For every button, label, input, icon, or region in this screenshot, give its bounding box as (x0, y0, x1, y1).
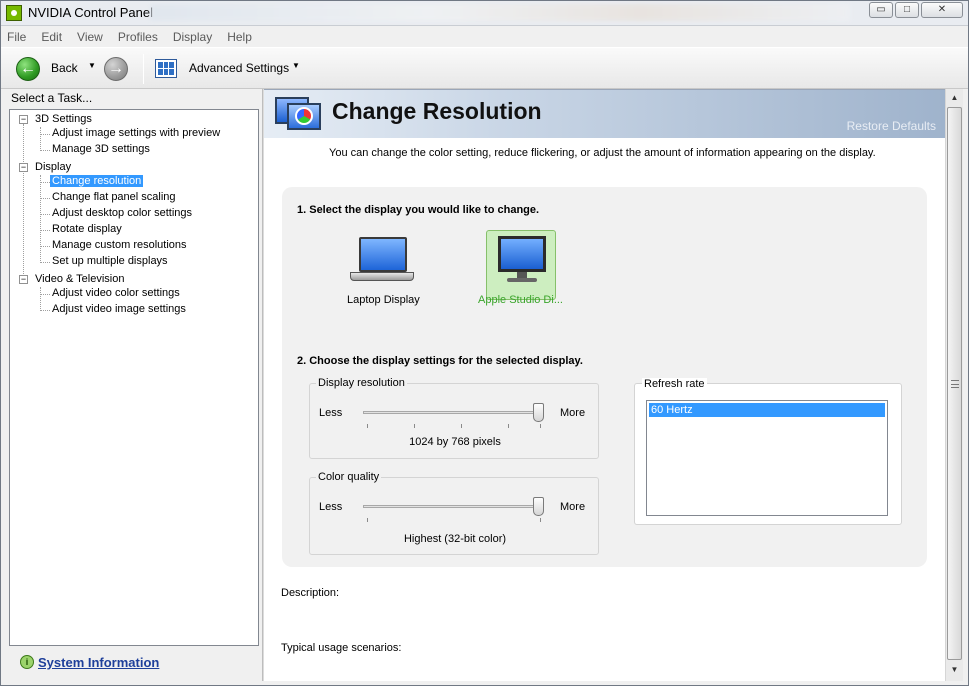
tree-item-change-flat-panel-scaling[interactable]: Change flat panel scaling (52, 191, 176, 203)
tree-connector (40, 127, 41, 151)
tree-connector (40, 246, 50, 247)
tree-connector (40, 294, 50, 295)
task-tree: − 3D Settings Adjust image settings with… (9, 109, 259, 646)
tree-connector (40, 134, 50, 135)
color-quality-value: Highest (32-bit color) (403, 533, 507, 545)
color-quality-group: Color quality Less More Highest (32-bit … (309, 471, 599, 555)
system-information-link[interactable]: System Information (38, 655, 159, 670)
content-pane: Change Resolution Restore Defaults You c… (264, 89, 945, 681)
scroll-up-button[interactable]: ▲ (947, 90, 962, 106)
collapse-3d-settings-toggle[interactable]: − (19, 115, 28, 124)
description-label: Description: (281, 587, 340, 599)
tree-connector (40, 198, 50, 199)
tree-connector (40, 214, 50, 215)
window-title: NVIDIA Control Panel (28, 5, 154, 20)
menu-display[interactable]: Display (173, 30, 212, 44)
collapse-video-television-toggle[interactable]: − (19, 275, 28, 284)
menu-file[interactable]: File (7, 30, 26, 44)
step1-title: 1. Select the display you would like to … (297, 204, 540, 216)
scroll-grip-icon (951, 380, 959, 388)
monitor-icon (498, 236, 546, 272)
color-quality-more-label: More (560, 501, 586, 513)
color-quality-less-label: Less (319, 501, 343, 513)
tree-item-adjust-image-settings[interactable]: Adjust image settings with preview (52, 127, 220, 139)
color-quality-slider-thumb[interactable] (533, 497, 544, 516)
refresh-rate-title: Refresh rate (642, 378, 707, 390)
close-button[interactable]: ✕ (921, 2, 963, 18)
tree-category-display[interactable]: Display (35, 161, 71, 173)
display-option-apple-studio[interactable] (486, 230, 556, 300)
collapse-display-toggle[interactable]: − (19, 163, 28, 172)
resolution-value: 1024 by 768 pixels (409, 436, 501, 448)
info-icon[interactable]: i (20, 655, 34, 669)
nvidia-app-icon (6, 5, 22, 21)
resolution-more-label: More (560, 407, 586, 419)
settings-panel: 1. Select the display you would like to … (282, 187, 927, 567)
tree-item-adjust-desktop-color[interactable]: Adjust desktop color settings (52, 207, 192, 219)
page-intro: You can change the color setting, reduce… (329, 147, 876, 159)
advanced-settings-button[interactable]: Advanced Settings (189, 61, 289, 75)
blurred-background (150, 4, 850, 21)
minimize-button[interactable]: ▭ (869, 2, 893, 18)
window-controls: ▭ □ ✕ (869, 2, 963, 18)
tree-connector (40, 287, 41, 311)
title-bar: NVIDIA Control Panel ▭ □ ✕ (0, 0, 969, 26)
advanced-settings-icon[interactable] (155, 59, 177, 78)
menu-help[interactable]: Help (227, 30, 252, 44)
display-label-laptop[interactable]: Laptop Display (347, 294, 420, 306)
back-history-dropdown[interactable]: ▼ (88, 61, 96, 70)
content-scrollbar[interactable]: ▲ ▼ (945, 89, 963, 681)
system-information-bar: i System Information (9, 649, 259, 679)
resolution-slider-thumb[interactable] (533, 403, 544, 422)
forward-arrow-icon[interactable]: → (104, 57, 128, 81)
tree-connector (23, 124, 24, 284)
menu-profiles[interactable]: Profiles (118, 30, 158, 44)
scroll-thumb[interactable] (947, 107, 962, 660)
page-title: Change Resolution (332, 98, 542, 124)
usage-scenarios-label: Typical usage scenarios: (281, 642, 402, 654)
laptop-icon (359, 237, 407, 272)
change-resolution-icon (275, 95, 321, 131)
advanced-settings-dropdown[interactable]: ▼ (292, 61, 300, 70)
color-quality-title: Color quality (316, 471, 382, 483)
scroll-down-button[interactable]: ▼ (947, 662, 962, 678)
refresh-rate-list[interactable]: 60 Hertz (646, 400, 888, 516)
restore-defaults-link[interactable]: Restore Defaults (847, 119, 936, 133)
refresh-rate-group: Refresh rate 60 Hertz (634, 378, 902, 525)
resolution-less-label: Less (319, 407, 343, 419)
tree-item-adjust-video-color[interactable]: Adjust video color settings (52, 287, 180, 299)
tree-connector (40, 175, 41, 263)
tree-connector (40, 262, 50, 263)
step2-title: 2. Choose the display settings for the s… (297, 355, 583, 367)
tree-connector (40, 230, 50, 231)
tree-connector (40, 310, 50, 311)
refresh-rate-option[interactable]: 60 Hertz (649, 403, 885, 417)
resolution-slider-track[interactable] (363, 411, 543, 414)
color-quality-slider-track[interactable] (363, 505, 543, 508)
tree-item-set-up-multiple-displays[interactable]: Set up multiple displays (52, 255, 168, 267)
back-arrow-icon[interactable]: ← (16, 57, 40, 81)
tree-category-3d-settings[interactable]: 3D Settings (35, 113, 92, 125)
task-pane-header: Select a Task... (11, 91, 93, 105)
maximize-button[interactable]: □ (895, 2, 919, 18)
display-resolution-title: Display resolution (316, 377, 407, 389)
back-button[interactable]: Back (51, 61, 78, 75)
tree-connector (40, 182, 50, 183)
tree-connector (40, 150, 50, 151)
menu-view[interactable]: View (77, 30, 103, 44)
toolbar-separator (143, 54, 144, 84)
tree-item-rotate-display[interactable]: Rotate display (52, 223, 122, 235)
toolbar: ← Back ▼ → Advanced Settings ▼ (0, 47, 969, 89)
tree-item-adjust-video-image[interactable]: Adjust video image settings (52, 303, 186, 315)
tree-item-manage-custom-resolutions[interactable]: Manage custom resolutions (52, 239, 187, 251)
display-option-laptop[interactable] (350, 231, 420, 301)
display-resolution-group: Display resolution Less More 1024 by 768… (309, 377, 599, 459)
tree-item-manage-3d-settings[interactable]: Manage 3D settings (52, 143, 150, 155)
menu-edit[interactable]: Edit (41, 30, 62, 44)
tree-category-video-television[interactable]: Video & Television (35, 273, 125, 285)
tree-item-change-resolution[interactable]: Change resolution (50, 175, 144, 187)
page-banner: Change Resolution Restore Defaults (264, 90, 945, 138)
menu-bar: File Edit View Profiles Display Help (0, 27, 969, 47)
display-label-apple-studio[interactable]: Apple Studio Di... (478, 294, 563, 306)
